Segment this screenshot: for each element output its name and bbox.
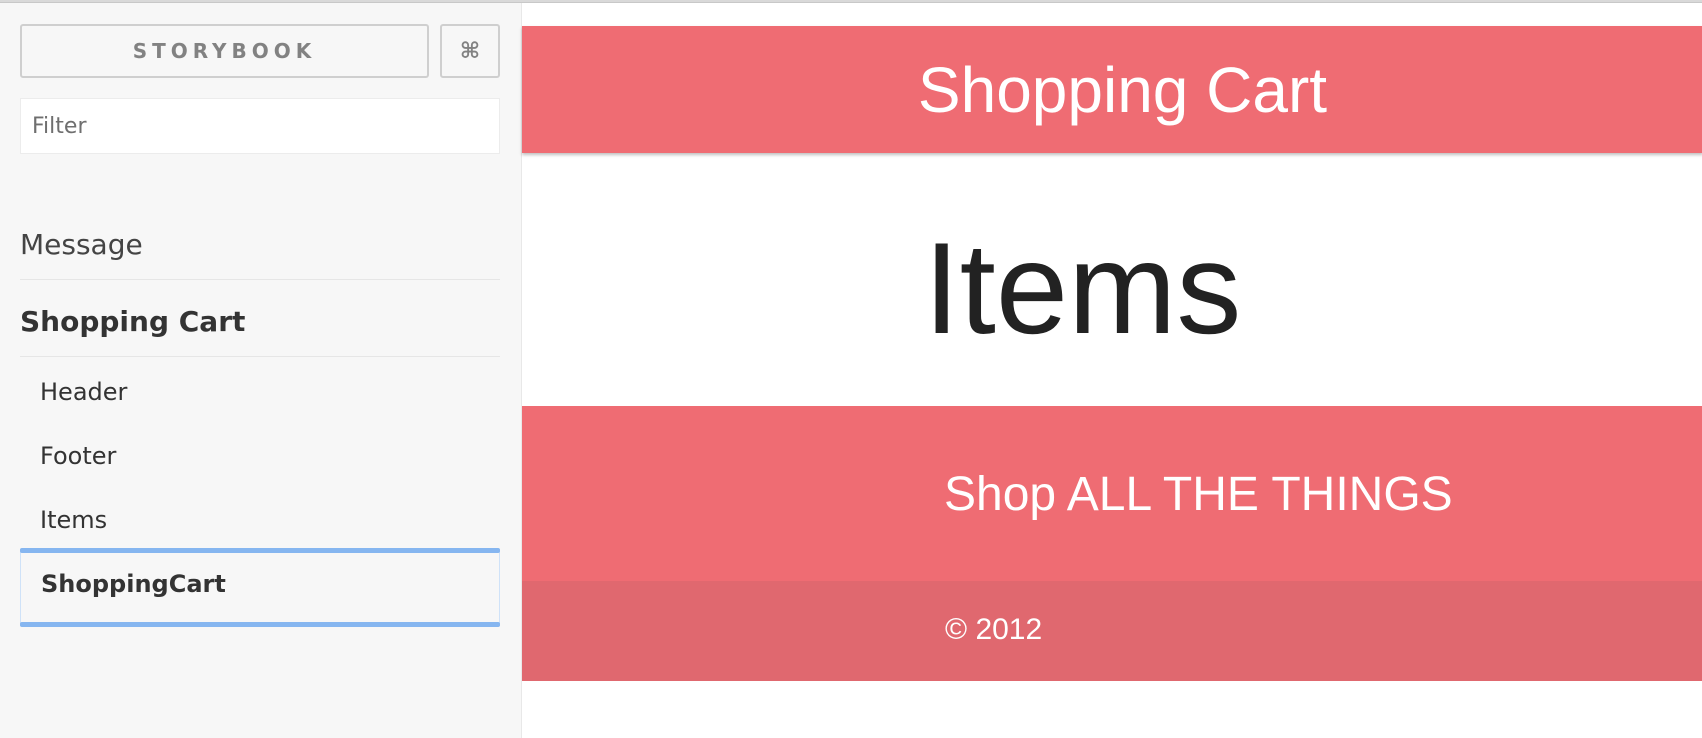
shortcuts-button[interactable]: ⌘	[440, 24, 500, 78]
story-items[interactable]: Items	[40, 506, 107, 534]
kind-message[interactable]: Message	[20, 228, 500, 261]
items-heading: Items	[923, 215, 1242, 361]
cart-footer-bottom: © 2012	[522, 581, 1702, 681]
filter-input[interactable]	[20, 98, 500, 154]
kind-label: Message	[20, 228, 143, 261]
kind-shopping-cart[interactable]: Shopping Cart	[20, 305, 500, 338]
command-key-icon: ⌘	[459, 38, 481, 64]
kind-divider	[20, 356, 500, 357]
story-label: Items	[40, 506, 108, 534]
cart-header: Shopping Cart	[522, 26, 1702, 153]
footer-copyright: © 2012	[945, 613, 1043, 646]
story-label: ShoppingCart	[41, 570, 226, 598]
storybook-brand-label: STORYBOOK	[132, 39, 317, 63]
cart-header-title: Shopping Cart	[917, 53, 1328, 126]
story-footer[interactable]: Footer	[40, 442, 116, 470]
story-header[interactable]: Header	[40, 378, 127, 406]
kind-divider	[20, 279, 500, 280]
storybook-brand-button[interactable]: STORYBOOK	[20, 24, 429, 78]
cart-footer: Shop ALL THE THINGS	[522, 406, 1702, 581]
story-label: Footer	[40, 442, 117, 470]
story-shoppingcart-selected[interactable]: ShoppingCart	[20, 548, 500, 627]
story-label: Header	[40, 378, 128, 406]
kind-label: Shopping Cart	[20, 305, 246, 338]
story-preview-frame: Shopping Cart Items Shop ALL THE THINGS …	[521, 3, 1702, 738]
footer-tagline: Shop ALL THE THINGS	[944, 468, 1453, 521]
storybook-sidebar: STORYBOOK ⌘ Message Shopping Cart Header…	[0, 3, 521, 738]
